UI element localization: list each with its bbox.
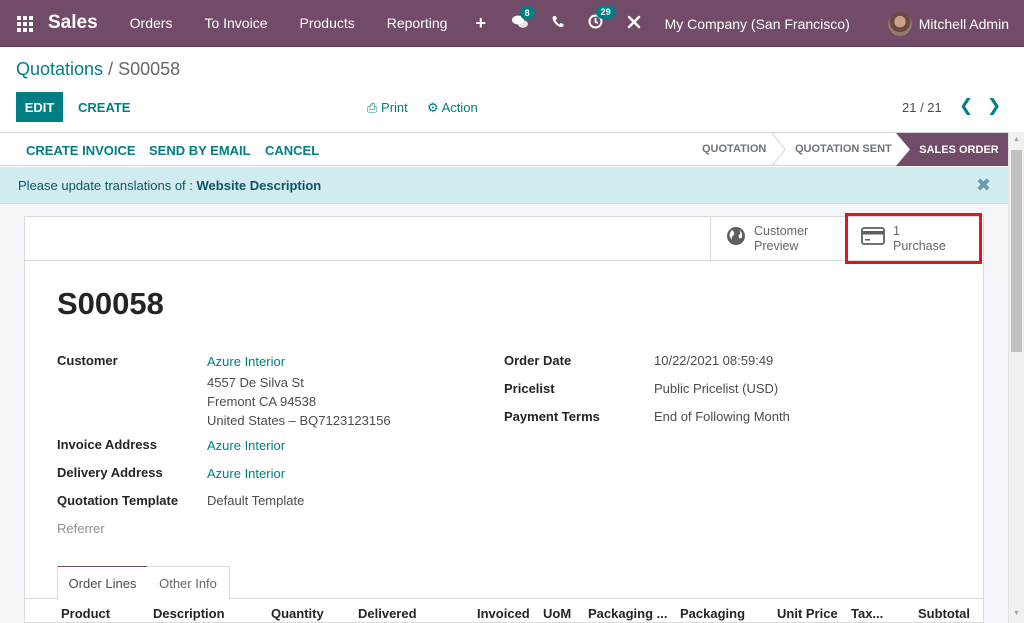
activities-clock-icon[interactable]: 29 <box>587 5 616 33</box>
action-label: Action <box>441 100 478 115</box>
breadcrumb-quotations[interactable]: Quotations <box>16 59 103 79</box>
send-by-email-button[interactable]: SEND BY EMAIL <box>149 143 251 158</box>
column-product[interactable]: Product <box>61 606 110 621</box>
customer-preview-line2: Preview <box>754 239 799 253</box>
messages-icon[interactable]: 8 <box>511 5 535 33</box>
order-date-label: Order Date <box>504 353 572 368</box>
systray: 8 29 My Company (San Francisco) Mitchell… <box>501 0 1024 47</box>
cancel-button[interactable]: CANCEL <box>265 143 319 158</box>
gear-icon: ⚙ <box>427 100 439 115</box>
highlight-annotation <box>845 213 982 264</box>
messages-badge: 8 <box>519 5 535 20</box>
apps-menu-icon[interactable] <box>17 16 33 32</box>
column-uom[interactable]: UoM <box>543 606 571 621</box>
create-button[interactable]: CREATE <box>78 100 130 115</box>
column-packaging-qty[interactable]: Packaging ... <box>588 606 667 621</box>
pager-next-icon[interactable]: ❯ <box>987 96 1001 116</box>
customer-preview-label: Customer Preview <box>754 224 808 254</box>
order-name: S00058 <box>57 286 164 321</box>
plus-icon[interactable]: + <box>465 13 496 34</box>
column-subtotal[interactable]: Subtotal <box>918 606 970 621</box>
customer-link[interactable]: Azure Interior <box>207 354 285 369</box>
customer-address-line2: Fremont CA 94538 <box>207 394 317 409</box>
main-menu: Orders To Invoice Products Reporting <box>114 15 464 31</box>
column-delivered[interactable]: Delivered <box>358 606 417 621</box>
debug-tools-icon[interactable] <box>625 15 643 33</box>
scroll-up-arrow-icon[interactable]: ▲ <box>1013 136 1020 143</box>
menu-reporting[interactable]: Reporting <box>371 15 464 31</box>
app-brand[interactable]: Sales <box>48 12 98 34</box>
order-date-value: 10/22/2021 08:59:49 <box>654 353 774 368</box>
edit-button[interactable]: EDIT <box>16 92 63 122</box>
print-icon: ⎙ <box>367 100 378 115</box>
scrollbar[interactable]: ▲ ▼ <box>1008 132 1024 623</box>
invoice-address-link[interactable]: Azure Interior <box>207 438 285 453</box>
breadcrumb-separator: / <box>103 59 119 79</box>
alert-field: Website Description <box>196 178 322 193</box>
stage-sales-order[interactable]: SALES ORDER <box>896 133 1008 166</box>
smart-button-box: Customer Preview 1 Purchase <box>25 217 983 261</box>
scroll-down-arrow-icon[interactable]: ▼ <box>1013 610 1020 617</box>
column-invoiced[interactable]: Invoiced <box>477 606 530 621</box>
breadcrumb-current: S00058 <box>118 59 181 79</box>
stage-separator <box>772 133 786 166</box>
customer-preview-button[interactable]: Customer Preview <box>710 217 846 261</box>
tab-order-lines[interactable]: Order Lines <box>57 566 148 600</box>
quotation-template-label: Quotation Template <box>57 493 179 508</box>
globe-icon <box>726 226 746 252</box>
pricelist-label: Pricelist <box>504 381 555 396</box>
column-description[interactable]: Description <box>153 606 225 621</box>
phone-icon[interactable] <box>549 15 567 32</box>
close-icon[interactable]: ✖ <box>976 175 991 196</box>
menu-orders[interactable]: Orders <box>114 15 189 31</box>
company-switcher[interactable]: My Company (San Francisco) <box>665 16 850 32</box>
menu-to-invoice[interactable]: To Invoice <box>188 15 283 31</box>
column-taxes[interactable]: Tax... <box>851 606 883 621</box>
tab-other-info[interactable]: Other Info <box>147 566 230 600</box>
delivery-address-label: Delivery Address <box>57 465 163 480</box>
notebook-tabs: Order Lines Other Info <box>24 566 984 600</box>
print-label: Print <box>381 100 408 115</box>
activities-badge: 29 <box>595 5 616 19</box>
customer-preview-line1: Customer <box>754 224 809 238</box>
delivery-address-link[interactable]: Azure Interior <box>207 466 285 481</box>
user-menu[interactable]: Mitchell Admin <box>919 16 1009 32</box>
breadcrumb: Quotations / S00058 <box>16 59 180 80</box>
payment-terms-value: End of Following Month <box>654 409 790 424</box>
action-button[interactable]: ⚙ Action <box>427 100 478 116</box>
column-packaging[interactable]: Packaging <box>680 606 745 621</box>
menu-products[interactable]: Products <box>284 15 371 31</box>
alert-prefix: Please update translations of : <box>18 178 197 193</box>
column-unit-price[interactable]: Unit Price <box>777 606 838 621</box>
pager-value[interactable]: 21 / 21 <box>902 100 942 115</box>
referrer-label: Referrer <box>57 521 105 536</box>
quotation-template-value: Default Template <box>207 493 305 508</box>
stage-quotation[interactable]: QUOTATION <box>702 143 766 155</box>
status-bar: CREATE INVOICE SEND BY EMAIL CANCEL QUOT… <box>0 132 1008 166</box>
stage-quotation-sent[interactable]: QUOTATION SENT <box>795 143 892 155</box>
customer-address-line1: 4557 De Silva St <box>207 375 304 390</box>
invoice-address-label: Invoice Address <box>57 437 157 452</box>
translation-alert: Please update translations of : Website … <box>0 167 1008 204</box>
customer-label: Customer <box>57 353 118 368</box>
column-quantity[interactable]: Quantity <box>271 606 324 621</box>
alert-message: Please update translations of : Website … <box>18 178 321 193</box>
pricelist-value: Public Pricelist (USD) <box>654 381 779 396</box>
customer-address-line3: United States – BQ7123123156 <box>207 413 391 428</box>
print-button[interactable]: ⎙ Print <box>367 100 408 116</box>
pager-previous-icon[interactable]: ❮ <box>959 96 973 116</box>
scroll-thumb[interactable] <box>1011 150 1022 352</box>
payment-terms-label: Payment Terms <box>504 409 600 424</box>
create-invoice-button[interactable]: CREATE INVOICE <box>26 143 136 158</box>
user-avatar[interactable] <box>887 11 912 36</box>
top-navbar: Sales Orders To Invoice Products Reporti… <box>0 0 1024 47</box>
